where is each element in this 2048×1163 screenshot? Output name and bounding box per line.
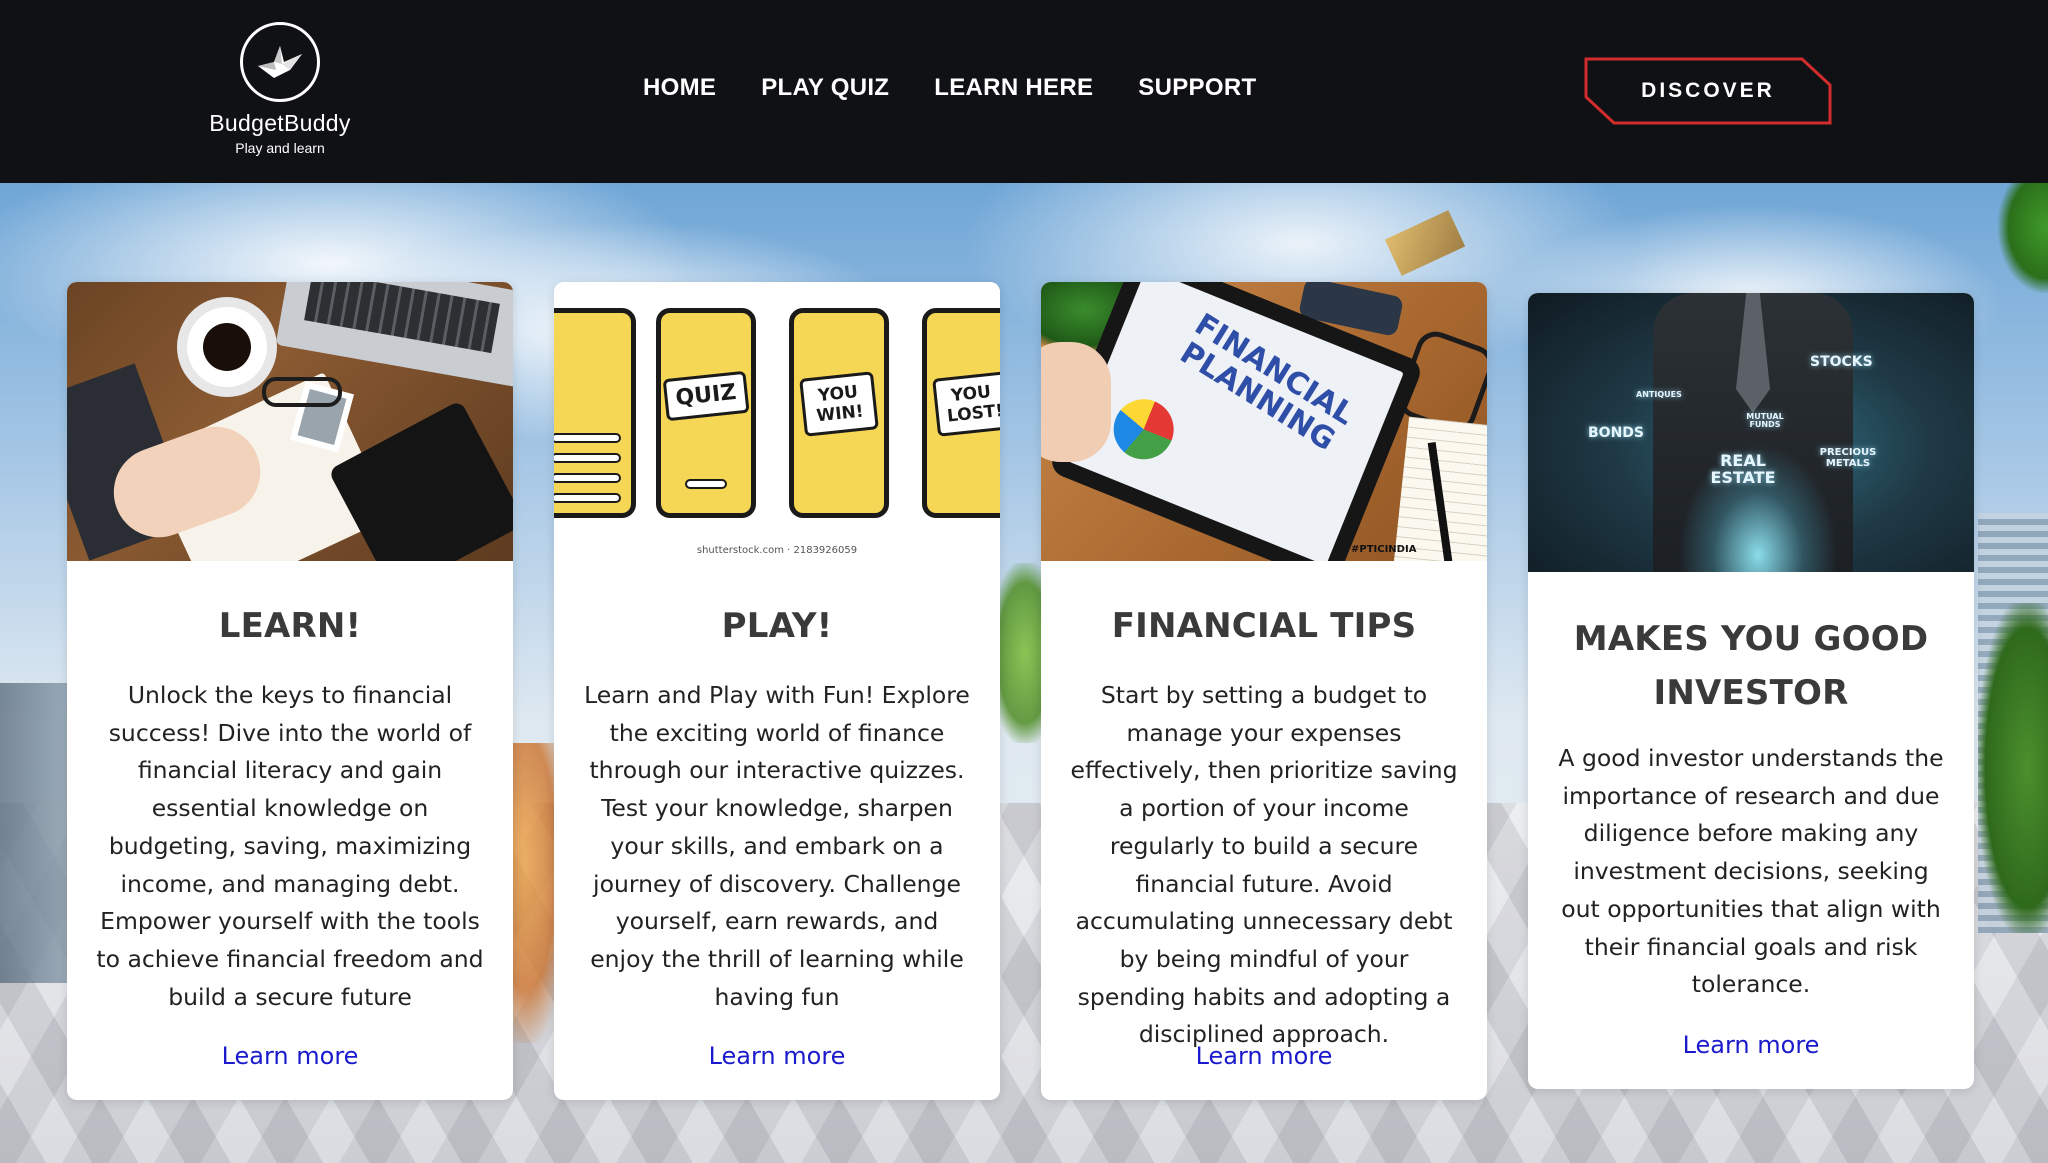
coffee-cup-shape — [187, 307, 267, 387]
investor-image: STOCKS BONDS ANTIQUES MUTUAL FUNDS REAL … — [1528, 293, 1974, 572]
nav-play-quiz[interactable]: PLAY QUIZ — [761, 74, 889, 102]
learn-more-link[interactable]: Learn more — [554, 1042, 1000, 1070]
label-precious-metals: PRECIOUS METALS — [1819, 447, 1877, 469]
card-description: Unlock the keys to financial success! Di… — [96, 681, 484, 1011]
phone-lost-label: YOU LOST! — [932, 371, 1000, 437]
main-nav: HOME PLAY QUIZ LEARN HERE SUPPORT — [643, 74, 1256, 102]
image-credit: shutterstock.com · 2183926059 — [696, 545, 858, 556]
site-header: BudgetBuddy Play and learn HOME PLAY QUI… — [0, 0, 2048, 183]
quiz-app-image: QUIZ YOU WIN! YOU LOST! shutterstock.com… — [554, 282, 1000, 561]
brand-logo[interactable]: BudgetBuddy Play and learn — [196, 22, 364, 156]
phone-quiz-screen: QUIZ — [656, 308, 756, 518]
nav-learn-here[interactable]: LEARN HERE — [934, 74, 1093, 102]
card-title: FINANCIAL TIPS — [1111, 606, 1417, 646]
card-title: PLAY! — [721, 606, 833, 646]
glasses-shape — [262, 377, 342, 407]
discover-button-label: DISCOVER — [1641, 79, 1775, 102]
label-stocks: STOCKS — [1810, 354, 1873, 370]
background-greenery-right — [1978, 603, 2048, 933]
label-mutual-funds: MUTUAL FUNDS — [1746, 412, 1784, 430]
label-real-estate: REAL ESTATE — [1710, 451, 1776, 487]
phone-win-label: YOU WIN! — [799, 371, 879, 437]
card-description: Start by setting a budget to manage your… — [1070, 681, 1458, 1049]
card-learn: LEARN! Unlock the keys to financial succ… — [67, 282, 513, 1100]
card-title: MAKES YOU GOOD INVESTOR — [1573, 619, 1929, 713]
phone-lost-screen: YOU LOST! — [922, 308, 1000, 518]
label-antiques: ANTIQUES — [1636, 390, 1682, 399]
hand-shape — [1041, 342, 1111, 462]
brand-name: BudgetBuddy — [209, 110, 351, 136]
image-hashtag: #PTICINDIA — [1351, 544, 1417, 555]
phone-question-screen — [554, 308, 636, 518]
tablet-shape — [327, 399, 513, 561]
background-leaf — [1998, 183, 2048, 293]
card-financial-tips: FINANCIAL PLANNING #PTICINDIA FINANCIAL … — [1041, 282, 1487, 1100]
background-gold-bar — [1384, 210, 1466, 276]
discover-button[interactable]: DISCOVER — [1584, 57, 1832, 125]
pie-chart-icon — [1104, 390, 1183, 469]
card-play: QUIZ YOU WIN! YOU LOST! shutterstock.com… — [554, 282, 1000, 1100]
learn-more-link[interactable]: Learn more — [1528, 1031, 1974, 1059]
financial-planning-image: FINANCIAL PLANNING #PTICINDIA — [1041, 282, 1487, 561]
card-description: Learn and Play with Fun! Explore the exc… — [584, 681, 970, 1011]
desk-study-image — [67, 282, 513, 561]
learn-more-link[interactable]: Learn more — [67, 1042, 513, 1070]
card-description: A good investor understands the importan… — [1558, 744, 1944, 999]
nav-support[interactable]: SUPPORT — [1138, 74, 1256, 102]
label-bonds: BONDS — [1588, 425, 1644, 441]
paper-crane-icon — [240, 22, 320, 102]
brand-tagline: Play and learn — [235, 140, 325, 156]
card-investor: STOCKS BONDS ANTIQUES MUTUAL FUNDS REAL … — [1528, 293, 1974, 1089]
nav-home[interactable]: HOME — [643, 74, 716, 102]
learn-more-link[interactable]: Learn more — [1041, 1042, 1487, 1070]
phone-quiz-label: QUIZ — [662, 370, 750, 422]
phone-win-screen: YOU WIN! — [789, 308, 889, 518]
card-title: LEARN! — [218, 606, 362, 646]
